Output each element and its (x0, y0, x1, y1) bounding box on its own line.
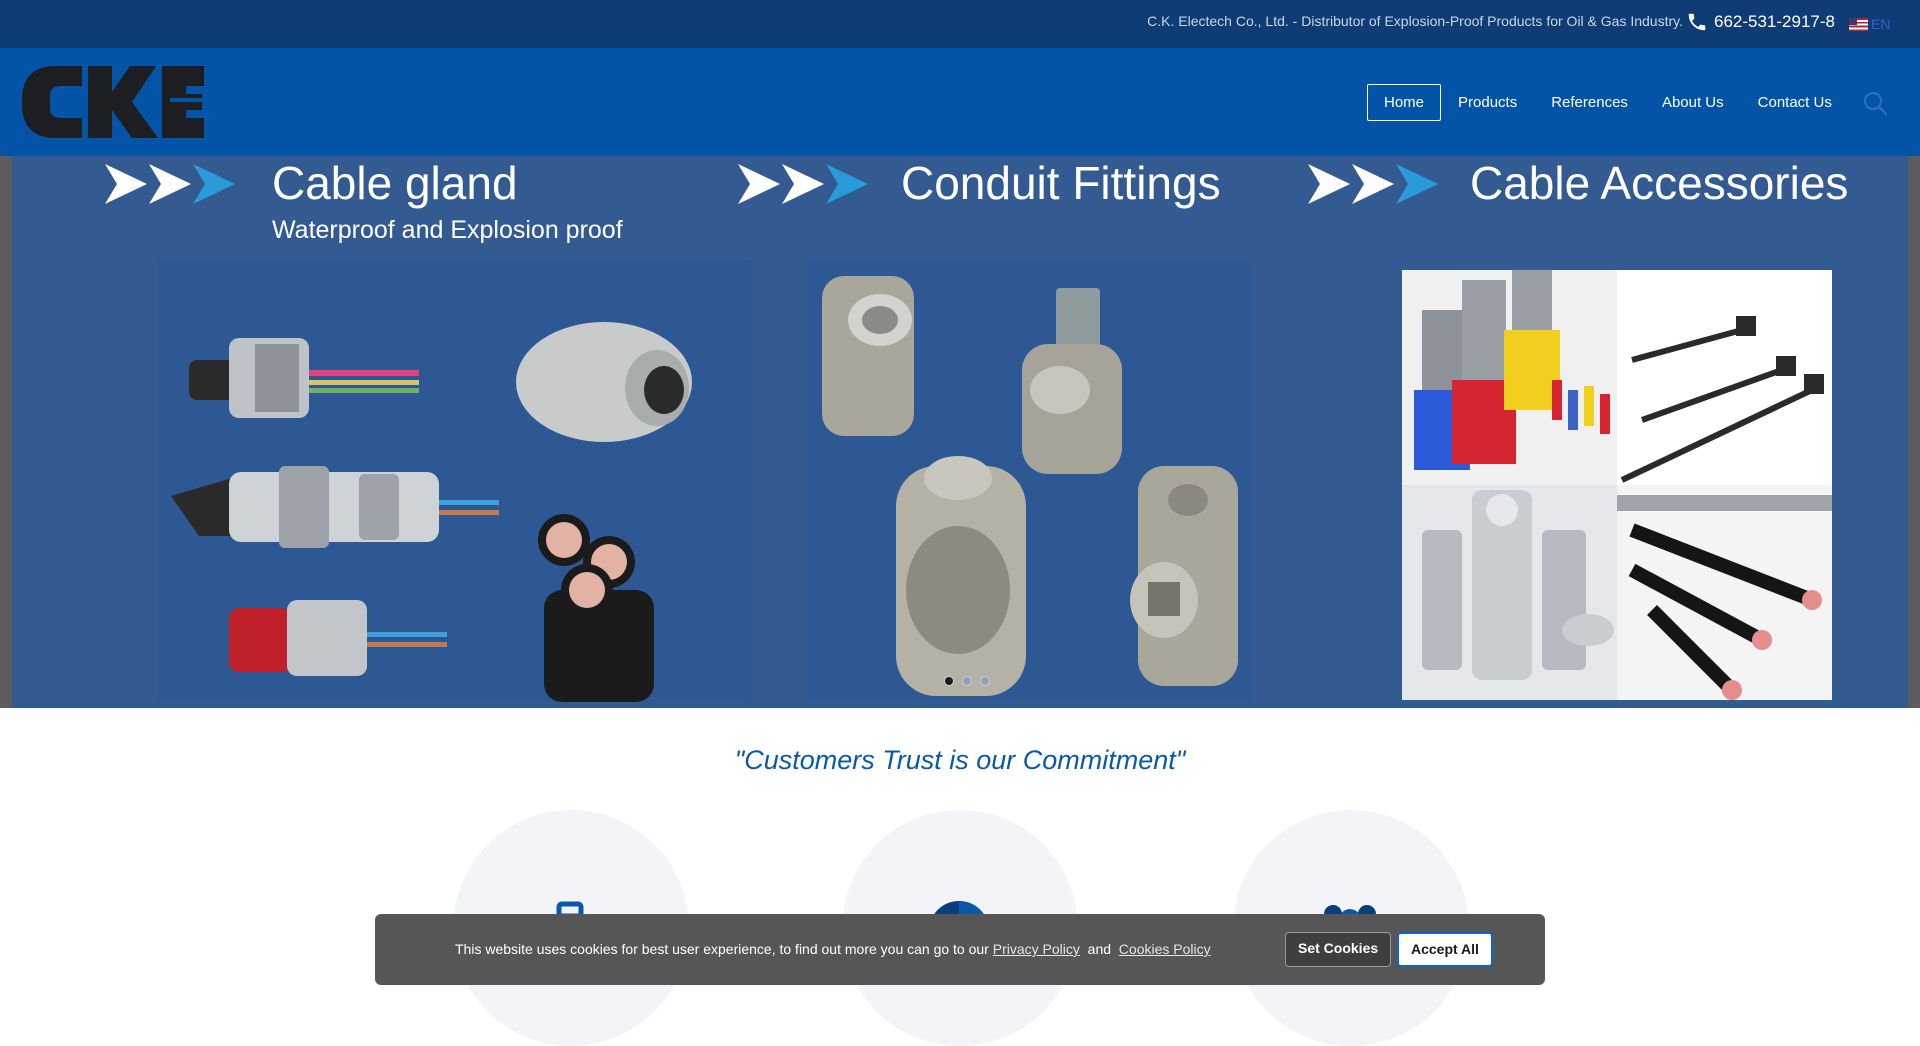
language-label: EN (1871, 16, 1891, 32)
us-flag-icon (1849, 17, 1868, 31)
conduit-fittings-image (808, 260, 1252, 702)
arrow-chevrons-icon (738, 164, 868, 204)
slide-title-conduit-fittings: Conduit Fittings (901, 157, 1221, 209)
cable-accessories-image (1402, 270, 1832, 700)
nav-contact-us[interactable]: Contact Us (1741, 84, 1849, 121)
cable-gland-image (159, 260, 751, 702)
top-bar: C.K. Electech Co., Ltd. - Distributor of… (0, 0, 1920, 48)
cookie-message: This website uses cookies for best user … (455, 941, 1211, 957)
slider-dot[interactable] (962, 676, 972, 686)
hero-slide: Cable gland Waterproof and Explosion pro… (12, 156, 1908, 708)
hero-slider[interactable]: Cable gland Waterproof and Explosion pro… (0, 156, 1920, 708)
slide-subtitle-cable-gland: Waterproof and Explosion proof (272, 216, 623, 244)
phone-contact[interactable]: 662-531-2917-8 (1686, 11, 1835, 33)
accept-all-button[interactable]: Accept All (1397, 932, 1493, 967)
arrow-chevrons-icon (1308, 164, 1438, 204)
slider-dot[interactable] (980, 676, 990, 686)
language-selector[interactable]: EN (1849, 16, 1890, 32)
nav-references[interactable]: References (1534, 84, 1645, 121)
main-nav: Home Products References About Us Contac… (1367, 84, 1849, 121)
nav-about-us[interactable]: About Us (1645, 84, 1741, 121)
commitment-heading: "Customers Trust is our Commitment" (734, 745, 1186, 775)
cookie-text: This website uses cookies for best user … (455, 941, 989, 957)
cookies-policy-link[interactable]: Cookies Policy (1119, 941, 1211, 957)
main-header: Home Products References About Us Contac… (0, 48, 1920, 156)
company-tagline: C.K. Electech Co., Ltd. - Distributor of… (1147, 13, 1683, 29)
privacy-policy-link[interactable]: Privacy Policy (993, 941, 1080, 957)
slide-title-cable-gland: Cable gland (272, 157, 518, 209)
cookie-and-text: and (1087, 941, 1112, 957)
set-cookies-button[interactable]: Set Cookies (1285, 932, 1392, 967)
slider-dot[interactable] (944, 676, 954, 686)
slide-title-cable-accessories: Cable Accessories (1470, 157, 1849, 209)
phone-icon (1688, 13, 1706, 31)
nav-home[interactable]: Home (1367, 84, 1442, 121)
slider-dots (944, 676, 990, 686)
phone-number: 662-531-2917-8 (1714, 12, 1835, 31)
cookie-banner: This website uses cookies for best user … (375, 914, 1545, 985)
search-icon[interactable] (1862, 90, 1888, 116)
arrow-chevrons-icon (105, 164, 235, 204)
ckt-logo[interactable] (20, 64, 206, 140)
nav-products[interactable]: Products (1441, 84, 1534, 121)
